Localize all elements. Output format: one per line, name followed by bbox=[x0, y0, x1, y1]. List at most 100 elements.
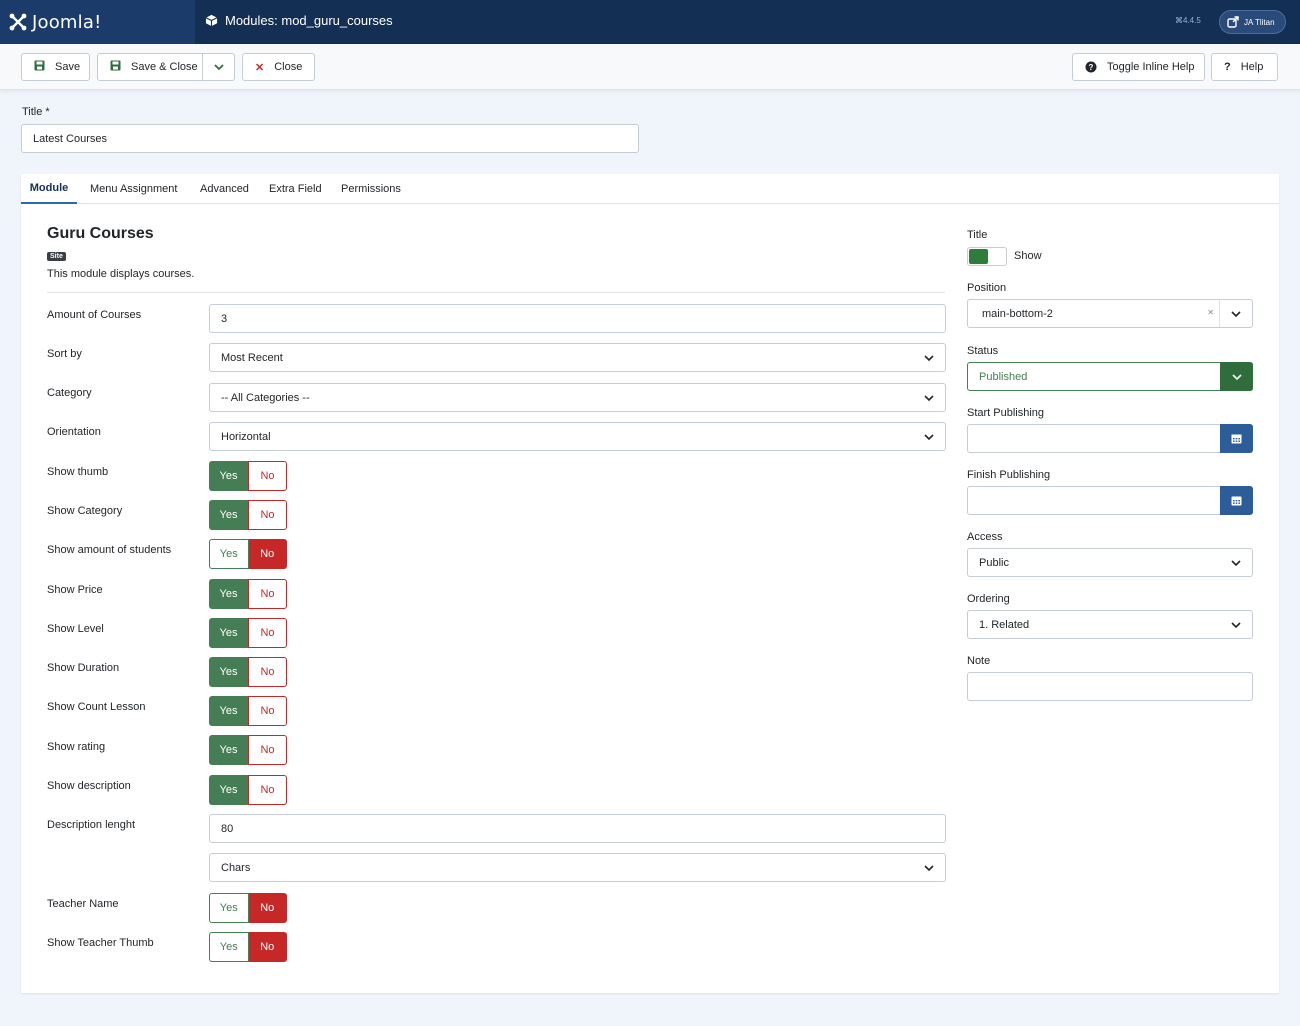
ordering-select[interactable]: 1. Related bbox=[967, 610, 1253, 639]
show-rating-toggle[interactable]: Yes No bbox=[209, 735, 287, 765]
question-icon: ? bbox=[1224, 61, 1231, 73]
toggle-label: Show amount of students bbox=[47, 544, 172, 556]
yes-option[interactable]: Yes bbox=[209, 775, 248, 805]
yes-option[interactable]: Yes bbox=[209, 893, 249, 923]
save-button[interactable]: Save bbox=[21, 53, 90, 81]
no-option[interactable]: No bbox=[248, 618, 287, 648]
status-value: Published bbox=[979, 370, 1028, 383]
title-show-switch[interactable] bbox=[967, 247, 1007, 266]
module-name: Guru Courses bbox=[47, 225, 154, 242]
toggle-label: Show rating bbox=[47, 741, 106, 753]
tab-menu-assignment[interactable]: Menu Assignment bbox=[90, 174, 177, 204]
no-option[interactable]: No bbox=[248, 579, 287, 609]
show-thumb-toggle[interactable]: Yes No bbox=[209, 461, 287, 491]
calendar-button[interactable] bbox=[1220, 424, 1253, 453]
close-button[interactable]: ✕ Close bbox=[242, 53, 315, 81]
chevron-down-icon bbox=[924, 434, 934, 441]
version-label: ⌘4.4.5 bbox=[1175, 16, 1201, 25]
divider bbox=[47, 292, 945, 293]
separator bbox=[1219, 300, 1220, 327]
no-option[interactable]: No bbox=[248, 461, 287, 491]
save-icon bbox=[34, 60, 45, 74]
save-icon bbox=[110, 60, 121, 74]
access-select[interactable]: Public bbox=[967, 548, 1253, 577]
chevron-down-icon bbox=[924, 355, 934, 362]
yes-option[interactable]: Yes bbox=[209, 735, 248, 765]
orientation-label: Orientation bbox=[47, 426, 101, 438]
yes-option[interactable]: Yes bbox=[209, 500, 248, 530]
page-title: Modules: mod_guru_courses bbox=[205, 13, 393, 28]
desc-length-input[interactable]: 80 bbox=[209, 814, 946, 843]
calendar-button[interactable] bbox=[1220, 486, 1253, 515]
tab-extra-field[interactable]: Extra Field bbox=[269, 174, 322, 204]
chevron-down-icon bbox=[924, 395, 934, 402]
no-option[interactable]: No bbox=[248, 539, 287, 569]
ordering-label: Ordering bbox=[967, 593, 1010, 605]
chevron-down-icon bbox=[924, 865, 934, 872]
orientation-value: Horizontal bbox=[221, 430, 271, 443]
yes-option[interactable]: Yes bbox=[209, 932, 249, 962]
question-circle-icon: ? bbox=[1085, 61, 1097, 73]
tab-advanced[interactable]: Advanced bbox=[200, 174, 249, 204]
no-option[interactable]: No bbox=[248, 932, 287, 962]
yes-option[interactable]: Yes bbox=[209, 657, 248, 687]
no-option[interactable]: No bbox=[248, 893, 287, 923]
toggle-inline-help-button[interactable]: ? Toggle Inline Help bbox=[1072, 53, 1205, 81]
status-select[interactable]: Published bbox=[967, 362, 1253, 391]
chevron-down-icon bbox=[1231, 311, 1241, 318]
sort-select[interactable]: Most Recent bbox=[209, 343, 946, 372]
note-input[interactable] bbox=[967, 672, 1253, 701]
yes-option[interactable]: Yes bbox=[209, 696, 248, 726]
external-link-icon bbox=[1227, 16, 1239, 28]
category-select[interactable]: -- All Categories -- bbox=[209, 383, 946, 412]
teacher-thumb-toggle[interactable]: Yes No bbox=[209, 932, 287, 962]
orientation-select[interactable]: Horizontal bbox=[209, 422, 946, 451]
toggle-label: Show Duration bbox=[47, 662, 120, 674]
finish-publishing-label: Finish Publishing bbox=[967, 469, 1051, 481]
status-label: Status bbox=[967, 345, 999, 357]
show-students-toggle[interactable]: Yes No bbox=[209, 539, 287, 569]
amount-input[interactable]: 3 bbox=[209, 304, 946, 333]
position-value: main-bottom-2 bbox=[982, 307, 1053, 320]
show-duration-toggle[interactable]: Yes No bbox=[209, 657, 287, 687]
show-category-toggle[interactable]: Yes No bbox=[209, 500, 287, 530]
yes-option[interactable]: Yes bbox=[209, 539, 249, 569]
chevron-down-icon bbox=[1231, 560, 1241, 567]
tab-module[interactable]: Module bbox=[21, 174, 77, 204]
desc-unit-select[interactable]: Chars bbox=[209, 853, 946, 882]
teacher-name-toggle[interactable]: Yes No bbox=[209, 893, 287, 923]
tab-bar: Module Menu Assignment Advanced Extra Fi… bbox=[21, 174, 1279, 204]
show-count-lesson-toggle[interactable]: Yes No bbox=[209, 696, 287, 726]
finish-publishing-input[interactable] bbox=[967, 486, 1253, 515]
show-description-toggle[interactable]: Yes No bbox=[209, 775, 287, 805]
show-level-toggle[interactable]: Yes No bbox=[209, 618, 287, 648]
save-close-button[interactable]: Save & Close bbox=[97, 53, 203, 81]
help-label: Help bbox=[1240, 61, 1264, 73]
note-label: Note bbox=[967, 655, 991, 667]
status-dropdown-button[interactable] bbox=[1220, 362, 1253, 391]
title-input[interactable]: Latest Courses bbox=[21, 124, 639, 153]
toggle-help-label: Toggle Inline Help bbox=[1107, 61, 1195, 73]
toggle-label: Show Count Lesson bbox=[47, 701, 146, 713]
user-name: JA Tlitan bbox=[1244, 17, 1275, 27]
no-option[interactable]: No bbox=[248, 500, 287, 530]
joomla-logo-icon bbox=[9, 13, 27, 31]
no-option[interactable]: No bbox=[248, 735, 287, 765]
tab-permissions[interactable]: Permissions bbox=[341, 174, 401, 204]
save-dropdown-toggle[interactable] bbox=[202, 53, 235, 81]
toggle-label: Show thumb bbox=[47, 466, 109, 478]
yes-option[interactable]: Yes bbox=[209, 618, 248, 648]
no-option[interactable]: No bbox=[248, 696, 287, 726]
yes-option[interactable]: Yes bbox=[209, 579, 248, 609]
no-option[interactable]: No bbox=[248, 657, 287, 687]
yes-option[interactable]: Yes bbox=[209, 461, 248, 491]
save-label: Save bbox=[55, 61, 81, 73]
help-button[interactable]: ? Help bbox=[1211, 53, 1278, 81]
user-menu-button[interactable]: JA Tlitan bbox=[1219, 10, 1286, 34]
show-price-toggle[interactable]: Yes No bbox=[209, 579, 287, 609]
start-publishing-input[interactable] bbox=[967, 424, 1253, 453]
joomla-logo[interactable]: Joomla! bbox=[0, 0, 195, 44]
no-option[interactable]: No bbox=[248, 775, 287, 805]
position-select[interactable]: main-bottom-2 ✕ bbox=[967, 299, 1253, 328]
clear-icon[interactable]: ✕ bbox=[1207, 308, 1214, 317]
